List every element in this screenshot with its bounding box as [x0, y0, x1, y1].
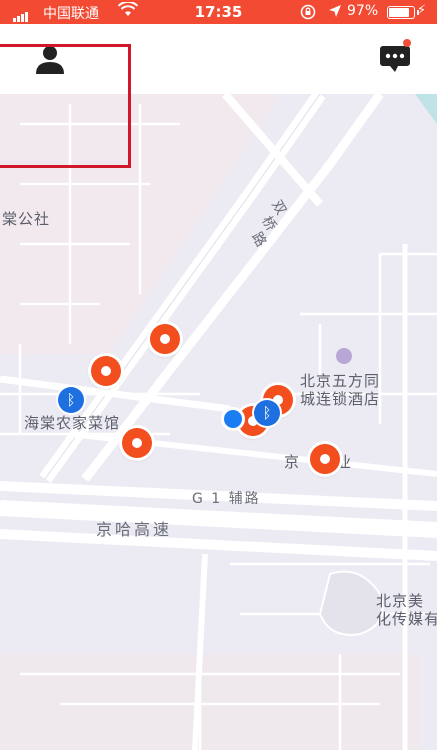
current-location-dot	[224, 410, 242, 428]
status-bar: 中国联通 17:35 97% ⚡	[0, 0, 437, 24]
top-bar	[0, 24, 437, 168]
highlight-box	[0, 44, 131, 168]
messages-button[interactable]	[377, 39, 413, 76]
bluetooth-station-icon[interactable]: ᛒ	[58, 387, 84, 413]
scooter-pin[interactable]	[310, 444, 340, 474]
poi-label: 化传媒有	[376, 610, 437, 628]
road-label: 京哈高速	[96, 520, 173, 539]
rotation-lock-icon	[300, 4, 316, 24]
hotel-poi-icon[interactable]	[336, 348, 352, 364]
charging-icon: ⚡	[417, 3, 427, 18]
poi-label: 棠公社	[2, 210, 51, 228]
poi-label: 海棠农家菜馆	[24, 414, 121, 432]
poi-label: 京	[284, 453, 301, 471]
map-view[interactable]: 棠公社 北京五方同 城连锁酒店 海棠农家菜馆 京 业 北京美 化传媒有 双 桥 …	[0, 94, 437, 750]
scooter-pin[interactable]	[150, 324, 180, 354]
bluetooth-station-icon[interactable]: ᛒ	[254, 400, 280, 426]
battery-icon	[387, 6, 419, 19]
unread-badge	[403, 39, 411, 47]
road-label: G 1 辅路	[192, 491, 261, 507]
location-arrow-icon	[328, 4, 342, 22]
scooter-pin[interactable]	[122, 428, 152, 458]
scooter-pin[interactable]	[91, 356, 121, 386]
battery-percent: 97%	[347, 3, 379, 19]
poi-label: 城连锁酒店	[300, 390, 381, 408]
